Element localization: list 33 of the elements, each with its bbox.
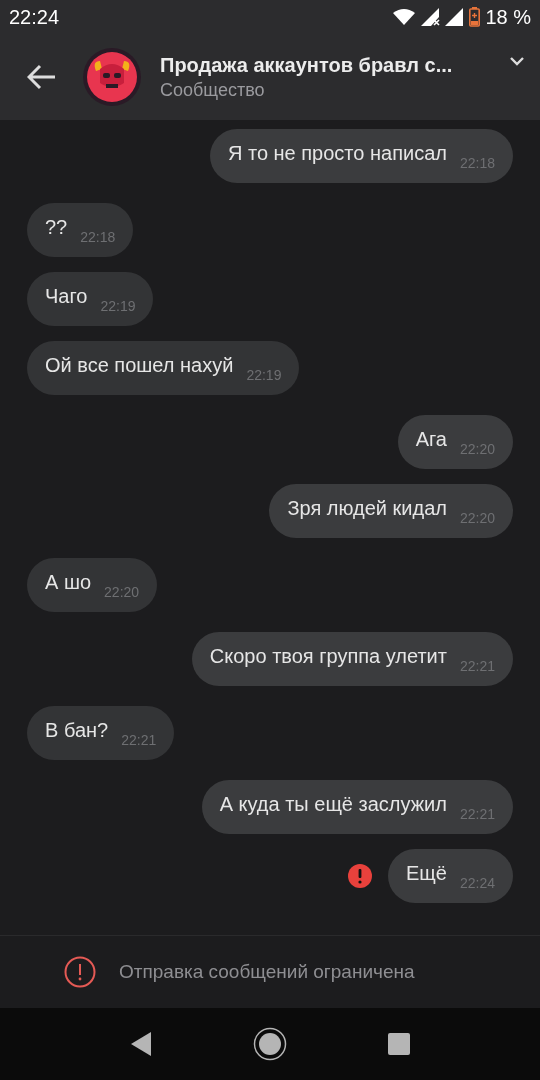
battery-percent: 18 % (485, 4, 531, 30)
message-time: 22:19 (100, 296, 136, 316)
signal-icon (445, 7, 464, 26)
chat-subtitle: Сообщество (160, 78, 266, 102)
alert-circle-icon (64, 956, 96, 988)
home-nav-icon[interactable] (253, 1027, 287, 1061)
avatar-icon[interactable] (82, 46, 142, 107)
status-time: 22:24 (9, 4, 60, 30)
message-text: ?? (45, 215, 68, 240)
message-text: Ага (415, 427, 447, 452)
back-nav-icon[interactable] (129, 1031, 153, 1057)
recents-nav-icon[interactable] (387, 1032, 411, 1056)
message-text: Ещё (406, 861, 447, 886)
message-text: Чаго (45, 284, 88, 309)
chat-title: Продажа аккаунтов бравл с... (160, 52, 454, 78)
message-time: 22:21 (121, 730, 157, 750)
signal-off-icon (421, 7, 442, 26)
message-text: А шо (45, 570, 92, 595)
message-text: Скоро твоя группа улетит (209, 644, 447, 669)
notice-text: Отправка сообщений ограничена (119, 959, 415, 984)
message-text: А куда ты ещё заслужил (219, 792, 447, 817)
message-text: Я то не просто написал (227, 141, 447, 166)
wifi-icon (393, 8, 416, 25)
chevron-down-icon[interactable] (510, 57, 524, 66)
message-time: 22:18 (80, 227, 116, 247)
error-icon[interactable] (348, 864, 373, 888)
message-text: Ой все пошел нахуй (45, 353, 234, 378)
battery-icon (469, 6, 481, 27)
message-text: Зря людей кидал (287, 496, 447, 521)
message-time: 22:19 (246, 365, 282, 385)
message-time: 22:20 (104, 582, 140, 602)
back-arrow-icon (27, 63, 57, 90)
message-text: В бан? (45, 718, 109, 743)
